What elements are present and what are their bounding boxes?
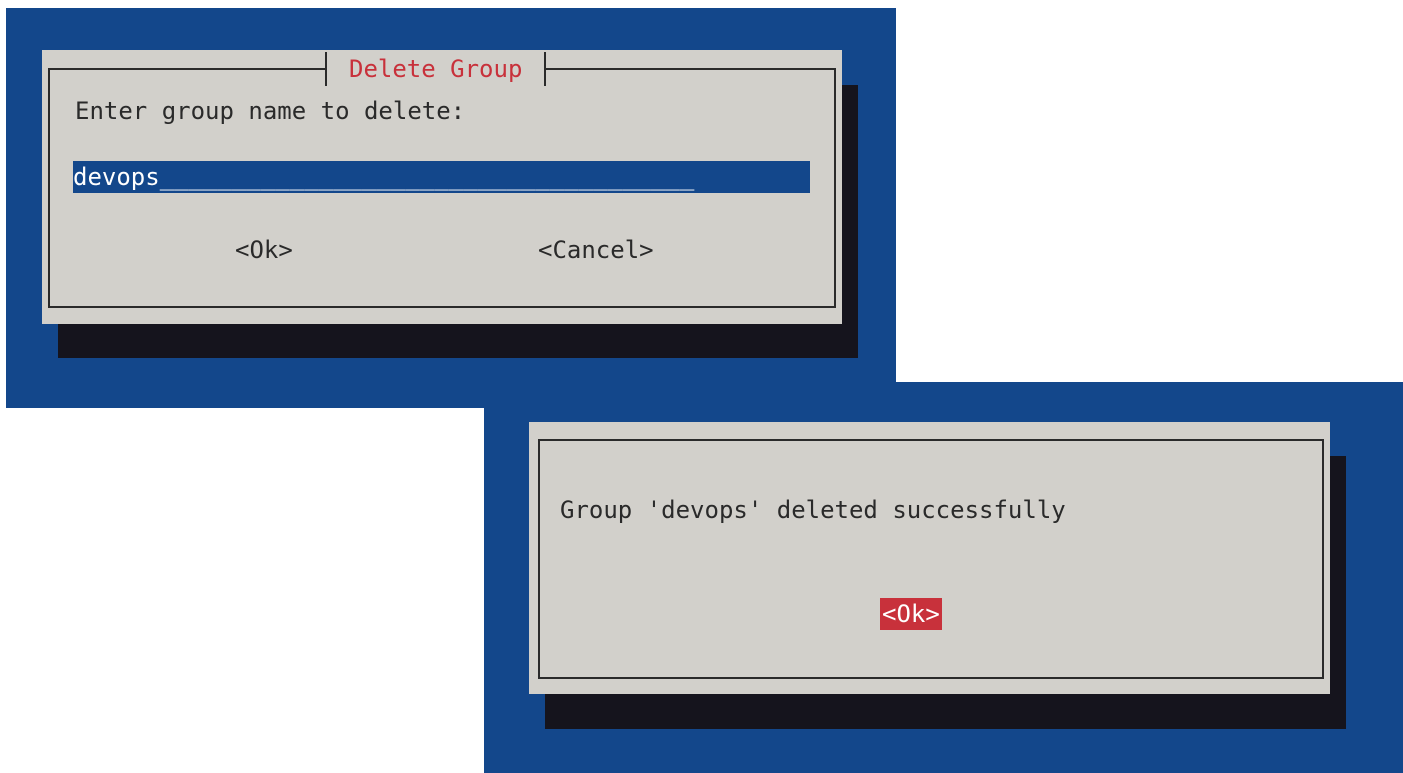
dialog-frame <box>538 439 1324 679</box>
group-name-input[interactable]: devops__________________________________… <box>73 161 810 193</box>
group-name-input-value: devops <box>73 163 160 191</box>
cancel-button[interactable]: <Cancel> <box>538 234 654 266</box>
ok-button[interactable]: <Ok> <box>235 234 293 266</box>
success-dialog: Group 'devops' deleted successfully <Ok> <box>529 422 1330 694</box>
input-fill: _____________________________________ <box>159 163 695 191</box>
delete-group-dialog: Delete Group Enter group name to delete:… <box>42 50 842 324</box>
success-message: Group 'devops' deleted successfully <box>560 496 1066 524</box>
dialog-title: Delete Group <box>325 52 547 86</box>
delete-prompt-label: Enter group name to delete: <box>75 97 466 125</box>
terminal-window-success-message: Group 'devops' deleted successfully <Ok> <box>484 382 1403 773</box>
ok-button[interactable]: <Ok> <box>880 598 942 630</box>
terminal-window-delete-prompt: Delete Group Enter group name to delete:… <box>6 8 896 408</box>
